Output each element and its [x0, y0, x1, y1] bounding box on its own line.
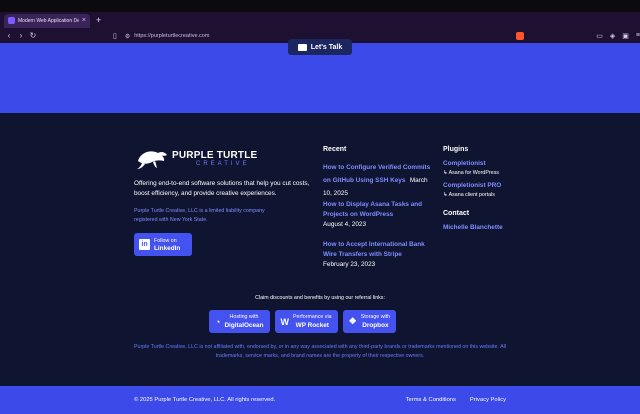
wp-rocket-referral-button[interactable]: W Performance via WP Rocket	[274, 310, 338, 333]
linkedin-icon: in	[139, 239, 150, 250]
recent-heading: Recent	[323, 146, 347, 153]
privacy-link[interactable]: Privacy Policy	[470, 397, 506, 403]
digitalocean-referral-button[interactable]: ◔ Hosting with DigitalOcean	[209, 310, 270, 333]
referral-buttons: ◔ Hosting with DigitalOcean W Performanc…	[209, 310, 397, 333]
contact-band: Let's Talk	[0, 39, 640, 113]
recent-post-link[interactable]: How to Accept International Bank Wire Tr…	[323, 240, 433, 260]
recent-post: How to Display Asana Tasks and Projects …	[323, 200, 433, 230]
referral-heading: Claim discounts and benefits by using ou…	[255, 295, 385, 301]
forward-icon[interactable]: ›	[15, 32, 27, 40]
plugin-desc-text: Asana client portals	[448, 192, 495, 198]
browser-tab[interactable]: Modern Web Application Dev ×	[4, 13, 90, 28]
lets-talk-button[interactable]: Let's Talk	[288, 39, 352, 55]
referral-line2: Dropbox	[362, 321, 389, 329]
recent-post-date: August 4, 2023	[323, 221, 366, 228]
plugin-link-completionist[interactable]: Completionist	[443, 160, 486, 167]
legal-links: Terms & Conditions Privacy Policy	[406, 397, 506, 403]
referral-line2: DigitalOcean	[224, 321, 264, 329]
site-info-icon[interactable]: ⚙	[125, 33, 130, 40]
brand-name: PURPLE TURTLE	[172, 150, 258, 161]
extensions-icon[interactable]: ◈	[610, 32, 615, 40]
linkedin-button[interactable]: in Follow on LinkedIn	[134, 233, 192, 256]
plugin-desc: ↳ Asana for WordPress	[443, 170, 499, 176]
contact-name-link[interactable]: Michelle Blanchette	[443, 224, 503, 231]
dropbox-icon: ❖	[348, 316, 357, 326]
turtle-logo-icon	[137, 151, 167, 169]
referral-line1: Hosting with	[229, 314, 259, 320]
digitalocean-icon: ◔	[215, 316, 221, 327]
recent-post: How to Configure Verified Commits on Git…	[323, 160, 433, 199]
copyright-text: © 2025 Purple Turtle Creative, LLC. All …	[134, 397, 276, 403]
bookmark-icon[interactable]: ▯	[113, 32, 117, 40]
footer-bottom-bar: © 2025 Purple Turtle Creative, LLC. All …	[0, 386, 640, 414]
lets-talk-label: Let's Talk	[310, 43, 343, 51]
sidebar-icon[interactable]: ▭	[596, 32, 603, 40]
back-icon[interactable]: ‹	[3, 32, 15, 40]
contact-heading: Contact	[443, 210, 470, 217]
linkedin-line2: LinkedIn	[154, 244, 181, 252]
referral-line1: Performance via	[293, 314, 332, 320]
site-favicon-icon	[8, 17, 15, 24]
window-titlebar	[0, 0, 640, 12]
tab-title: Modern Web Application Dev	[18, 17, 79, 24]
recent-post: How to Accept International Bank Wire Tr…	[323, 240, 433, 270]
wp-rocket-icon: W	[280, 316, 290, 327]
terms-link[interactable]: Terms & Conditions	[406, 397, 456, 403]
mail-icon	[297, 43, 307, 51]
referral-line1: Storage with	[360, 314, 391, 320]
linkedin-line1: Follow on	[154, 237, 177, 244]
address-url[interactable]: https://purpleturtlecreative.com	[134, 33, 209, 39]
brand-tagline: Offering end-to-end software solutions t…	[134, 180, 310, 197]
brand-sub: CREATIVE	[196, 161, 250, 167]
plugin-link-completionist-pro[interactable]: Completionist PRO	[443, 182, 501, 189]
menu-icon[interactable]: ≡	[636, 32, 640, 40]
plugin-desc-text: Asana for WordPress	[448, 170, 499, 176]
plugins-heading: Plugins	[443, 146, 469, 153]
close-tab-icon[interactable]: ×	[82, 17, 86, 24]
new-tab-icon[interactable]: +	[96, 16, 101, 25]
recent-post-date: February 23, 2023	[323, 261, 376, 268]
tab-bar: Modern Web Application Dev × +	[0, 12, 640, 29]
brand-logo[interactable]: PURPLE TURTLE CREATIVE	[134, 147, 257, 171]
plugin-desc: ↳ Asana client portals	[443, 192, 495, 198]
reload-icon[interactable]: ↻	[27, 32, 39, 40]
brave-shields-icon[interactable]	[516, 32, 525, 40]
site-footer: PURPLE TURTLE CREATIVE Offering end-to-e…	[0, 113, 640, 386]
trademark-disclaimer: Purple Turtle Creative, LLC is not affil…	[134, 344, 506, 359]
referral-line2: WP Rocket	[295, 321, 329, 329]
recent-post-link[interactable]: How to Display Asana Tasks and Projects …	[323, 200, 433, 220]
dropbox-referral-button[interactable]: ❖ Storage with Dropbox	[342, 310, 397, 333]
company-legal-note: Purple Turtle Creative, LLC is a limited…	[134, 208, 265, 223]
wallet-icon[interactable]: ▣	[622, 32, 629, 40]
